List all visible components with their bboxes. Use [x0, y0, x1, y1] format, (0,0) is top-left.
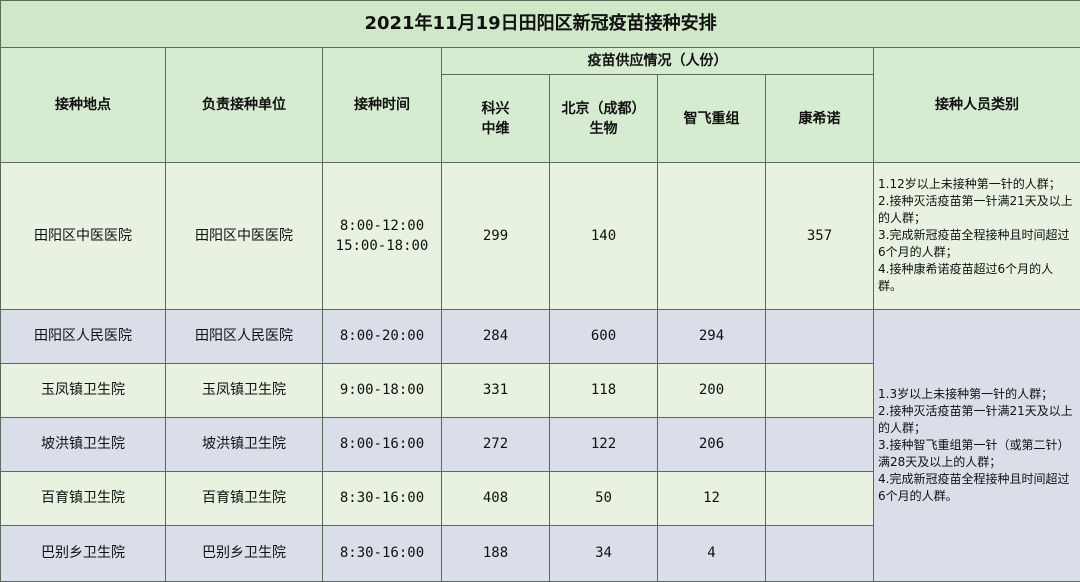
cell-kexing: 188 [441, 524, 550, 582]
cell-location: 巴别乡卫生院 [0, 524, 166, 582]
category-item: 1.3岁以上未接种第一针的人群； [878, 386, 1054, 401]
category-group-2: 1.3岁以上未接种第一针的人群； 2.接种灭活疫苗第一针满21天及以上的人群； … [872, 308, 1080, 582]
cell-kangxinuo [765, 416, 874, 472]
cell-zhifei: 206 [657, 416, 766, 472]
cell-unit: 坡洪镇卫生院 [165, 416, 323, 472]
cell-zhifei: 12 [657, 470, 766, 526]
cell-location: 玉凤镇卫生院 [0, 362, 166, 418]
cell-beijing: 118 [549, 362, 658, 418]
cell-kangxinuo [765, 308, 874, 364]
category-item: 2.接种灭活疫苗第一针满21天及以上的人群； [878, 194, 1073, 226]
cell-beijing: 600 [549, 308, 658, 364]
cell-beijing: 140 [549, 162, 658, 310]
category-item: 3.完成新冠疫苗全程接种且时间超过6个月的人群； [878, 228, 1070, 260]
cell-location: 田阳区人民医院 [0, 308, 166, 364]
cell-kexing: 284 [441, 308, 550, 364]
cell-time: 9:00-18:00 [322, 362, 442, 418]
header-unit: 负责接种单位 [165, 47, 323, 164]
cell-time: 8:00-20:00 [322, 308, 442, 364]
cell-kexing: 272 [441, 416, 550, 472]
category-item: 1.12岁以上未接种第一针的人群； [878, 177, 1061, 192]
cell-kangxinuo [765, 362, 874, 418]
header-time: 接种时间 [322, 47, 442, 164]
cell-location: 田阳区中医医院 [0, 162, 166, 310]
cell-unit: 田阳区中医医院 [165, 162, 323, 310]
header-category: 接种人员类别 [872, 47, 1080, 164]
cell-unit: 田阳区人民医院 [165, 308, 323, 364]
cell-beijing: 122 [549, 416, 658, 472]
cell-time: 8:00-12:00 15:00-18:00 [322, 162, 442, 310]
cell-time: 8:30-16:00 [322, 470, 442, 526]
cell-kexing: 331 [441, 362, 550, 418]
cell-zhifei: 4 [657, 524, 766, 582]
schedule-table: 2021年11月19日田阳区新冠疫苗接种安排 接种地点 负责接种单位 接种时间 … [0, 0, 1080, 582]
cell-kexing: 299 [441, 162, 550, 310]
vaccination-schedule-sheet: 2021年11月19日田阳区新冠疫苗接种安排 接种地点 负责接种单位 接种时间 … [0, 0, 1080, 582]
category-item: 4.接种康希诺疫苗超过6个月的人群。 [878, 262, 1054, 294]
cell-unit: 百育镇卫生院 [165, 470, 323, 526]
header-kangxinuo: 康希诺 [765, 74, 874, 164]
cell-kangxinuo: 357 [765, 162, 874, 310]
cell-time: 8:00-16:00 [322, 416, 442, 472]
cell-location: 百育镇卫生院 [0, 470, 166, 526]
header-location: 接种地点 [0, 47, 166, 164]
cell-kangxinuo [765, 470, 874, 526]
cell-zhifei: 200 [657, 362, 766, 418]
cell-unit: 玉凤镇卫生院 [165, 362, 323, 418]
category-group-1: 1.12岁以上未接种第一针的人群； 2.接种灭活疫苗第一针满21天及以上的人群；… [872, 162, 1080, 310]
category-item: 2.接种灭活疫苗第一针满21天及以上的人群； [878, 403, 1073, 435]
cell-unit: 巴别乡卫生院 [165, 524, 323, 582]
page-title: 2021年11月19日田阳区新冠疫苗接种安排 [0, 0, 1080, 49]
category-item: 4.完成新冠疫苗全程接种且时间超过6个月的人群。 [878, 471, 1070, 503]
cell-time: 8:30-16:00 [322, 524, 442, 582]
cell-location: 坡洪镇卫生院 [0, 416, 166, 472]
header-beijing: 北京（成都） 生物 [549, 74, 658, 164]
header-supply: 疫苗供应情况（人份） [441, 47, 874, 76]
header-zhifei: 智飞重组 [657, 74, 766, 164]
cell-zhifei [657, 162, 766, 310]
cell-zhifei: 294 [657, 308, 766, 364]
cell-beijing: 50 [549, 470, 658, 526]
category-item: 3.接种智飞重组第一针（或第二针）满28天及以上的人群； [878, 437, 1070, 469]
cell-kangxinuo [765, 524, 874, 582]
header-kexing: 科兴 中维 [441, 74, 550, 164]
cell-beijing: 34 [549, 524, 658, 582]
cell-kexing: 408 [441, 470, 550, 526]
